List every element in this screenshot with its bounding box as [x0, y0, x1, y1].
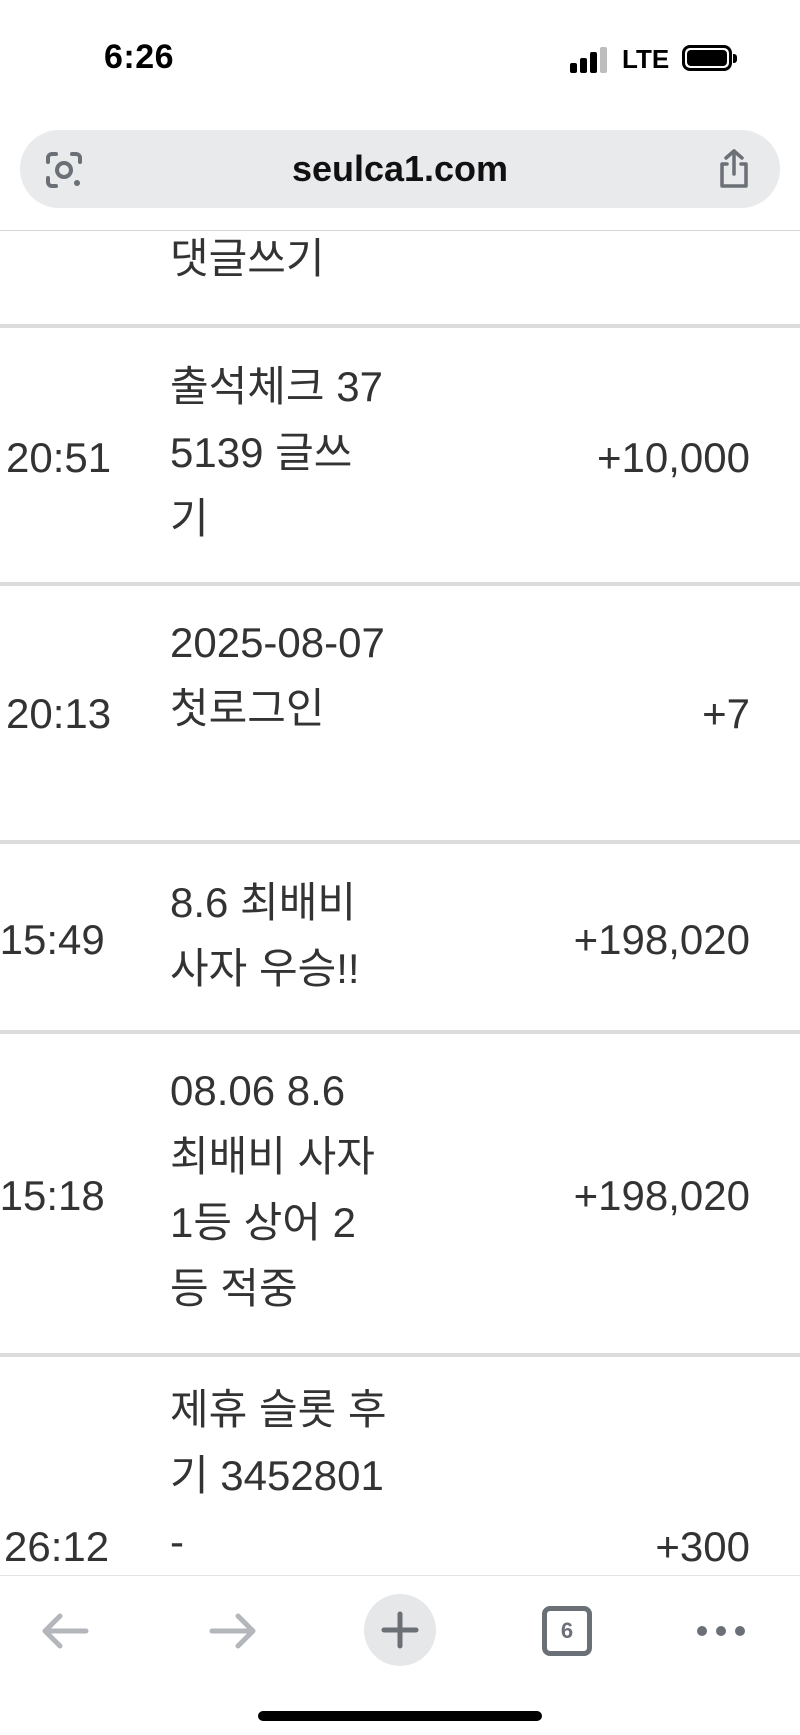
share-icon[interactable] [714, 148, 754, 190]
tabs-button[interactable]: 6 [532, 1596, 602, 1666]
more-button[interactable] [686, 1596, 756, 1666]
arrow-right-icon [209, 1613, 256, 1649]
row-points: +198,020 [573, 916, 750, 963]
forward-button[interactable] [198, 1596, 268, 1666]
row-description: 8.6 최배비 사자 우승!! [170, 879, 360, 992]
row-time: :15:49 [0, 916, 105, 963]
battery-icon [682, 45, 737, 71]
browser-toolbar: 6 [0, 1575, 800, 1735]
row-description: 댓글쓰기 [170, 235, 325, 282]
row-time: 20:13 [6, 690, 112, 737]
new-tab-button[interactable] [364, 1594, 436, 1666]
arrow-left-icon [42, 1613, 89, 1649]
points-history-list: 댓글쓰기 20:51 출석체크 375139 글쓰기 +10,000 20:13… [0, 231, 800, 1575]
table-row: 댓글쓰기 [0, 231, 800, 328]
more-dots-icon [697, 1626, 745, 1636]
table-row: :15:49 8.6 최배비 사자 우승!! +198,020 [0, 844, 800, 1034]
table-row: 26:12 제휴 슬롯 후기 3452801- +300 [0, 1357, 800, 1575]
status-bar: 6:26 LTE [0, 0, 800, 118]
tab-count: 6 [542, 1606, 592, 1656]
row-description: 08.06 8.6 최배비 사자 1등 상어 2등 적중 [170, 1067, 375, 1312]
row-time: 26:12 [4, 1523, 110, 1570]
url-text[interactable]: seulca1.com [20, 148, 780, 190]
table-row: 20:13 2025-08-07 첫로그인 +7 [0, 586, 800, 844]
table-row: :15:18 08.06 8.6 최배비 사자 1등 상어 2등 적중 +198… [0, 1034, 800, 1357]
row-points: +198,020 [573, 1172, 750, 1219]
plus-icon [381, 1611, 419, 1649]
row-description: 출석체크 375139 글쓰기 [170, 363, 383, 542]
row-description: 제휴 슬롯 후기 3452801- [170, 1386, 387, 1565]
table-row: 20:51 출석체크 375139 글쓰기 +10,000 [0, 328, 800, 586]
back-button[interactable] [30, 1596, 100, 1666]
row-time: 20:51 [6, 434, 112, 481]
row-description: 2025-08-07 첫로그인 [170, 619, 385, 732]
row-points: +300 [655, 1523, 750, 1570]
status-time: 6:26 [104, 38, 175, 76]
network-type: LTE [622, 44, 670, 74]
row-time: :15:18 [0, 1172, 105, 1219]
address-bar[interactable]: seulca1.com [20, 130, 780, 208]
row-points: +7 [702, 690, 750, 737]
home-indicator [258, 1711, 542, 1721]
signal-icon [570, 47, 610, 73]
row-points: +10,000 [597, 434, 750, 481]
